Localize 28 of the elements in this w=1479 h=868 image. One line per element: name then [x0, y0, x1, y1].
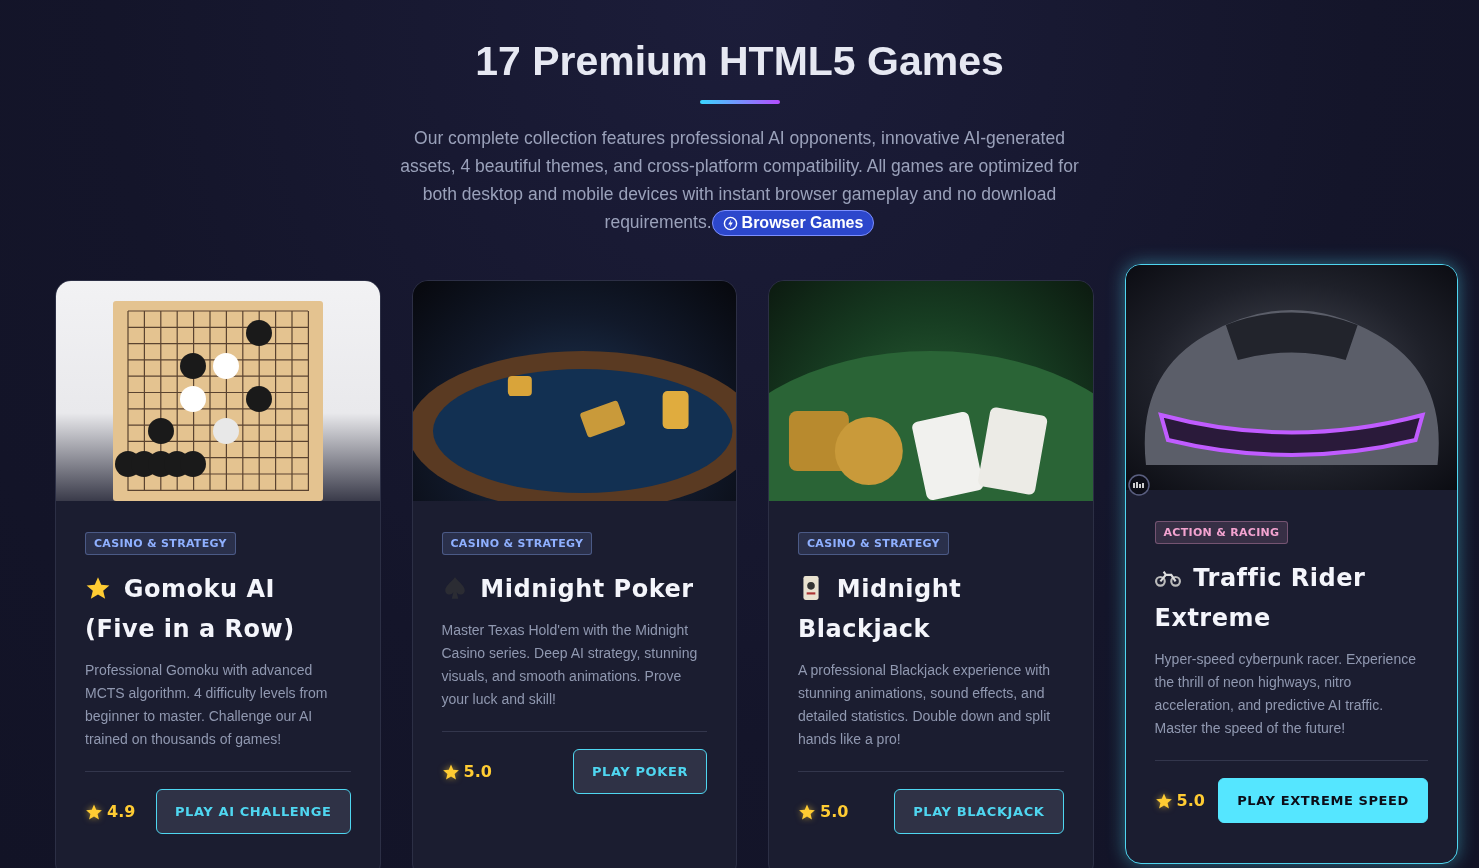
game-title: Midnight Blackjack [798, 574, 963, 646]
play-button[interactable]: PLAY POKER [572, 749, 707, 795]
game-description: Hyper-speed cyberpunk racer. Experience the thrill of neon highways, nitro acceleration, and predictive AI traffic. Master the speed of the future! [1154, 648, 1428, 762]
intro-paragraph: Our complete collection features professional AI opponents, innovative AI-generated assets, 4 beautiful themes, and cross-platform compatibility. All games are optimized for both desktop and mobile devices with instant browser gameplay and no download requirements. Browser Games [394, 124, 1085, 237]
browser-games-link[interactable]: Browser Games [711, 210, 875, 237]
play-button[interactable]: PLAY AI CHALLENGE [155, 789, 351, 835]
rating-value: 5.0 [1176, 791, 1205, 811]
category-tag: ACTION & RACING [1154, 521, 1289, 545]
category-tag: CASINO & STRATEGY [85, 532, 236, 556]
play-button[interactable]: PLAY BLACKJACK [894, 789, 1064, 835]
play-button[interactable]: PLAY EXTREME SPEED [1218, 778, 1428, 824]
game-card[interactable]: CASINO & STRATEGY Midnight Poker Master Texas Hold'em with the Midnight Casino series. Deep AI strategy, stunning visuals, and smooth animations. Prove your luck and skill! 5.0 PLAY POKER [411, 280, 737, 868]
badge-icon [1127, 474, 1150, 497]
lightning-icon [722, 215, 738, 231]
game-description: A professional Blackjack experience with stunning animations, sound effects, and detailed statistics. Double down and split hands like a pro! [798, 659, 1064, 773]
category-tag: CASINO & STRATEGY [441, 532, 593, 556]
game-card[interactable] [55, 280, 381, 868]
rating-value: 5.0 [463, 762, 492, 782]
game-description: Professional Gomoku with advanced MCTS algorithm. 4 difficulty levels from beginner to master. Challenge our AI trained on thousands of games! [85, 659, 351, 773]
game-card[interactable]: CASINO & STRATEGY Midnight Blackjack A professional Blackjack experience with stunning animations, sound effects, and detailed statistics. Double down and split hands like a pro! 5.0 PLAY BLACKJACK [768, 280, 1094, 868]
rating-value: 5.0 [820, 802, 849, 822]
game-title: Midnight Poker [441, 569, 707, 610]
game-title: Traffic Rider Extreme [1154, 563, 1367, 635]
category-tag: CASINO & STRATEGY [798, 532, 949, 556]
page-title: 17 Premium HTML5 Games [475, 37, 1004, 86]
rating-value: 4.9 [107, 802, 136, 822]
game-description: Master Texas Hold'em with the Midnight Casino series. Deep AI strategy, stunning visuals, and smooth animations. Prove your luck and skill! [441, 619, 707, 733]
game-title: Gomoku AI (Five in a Row) [85, 574, 296, 646]
